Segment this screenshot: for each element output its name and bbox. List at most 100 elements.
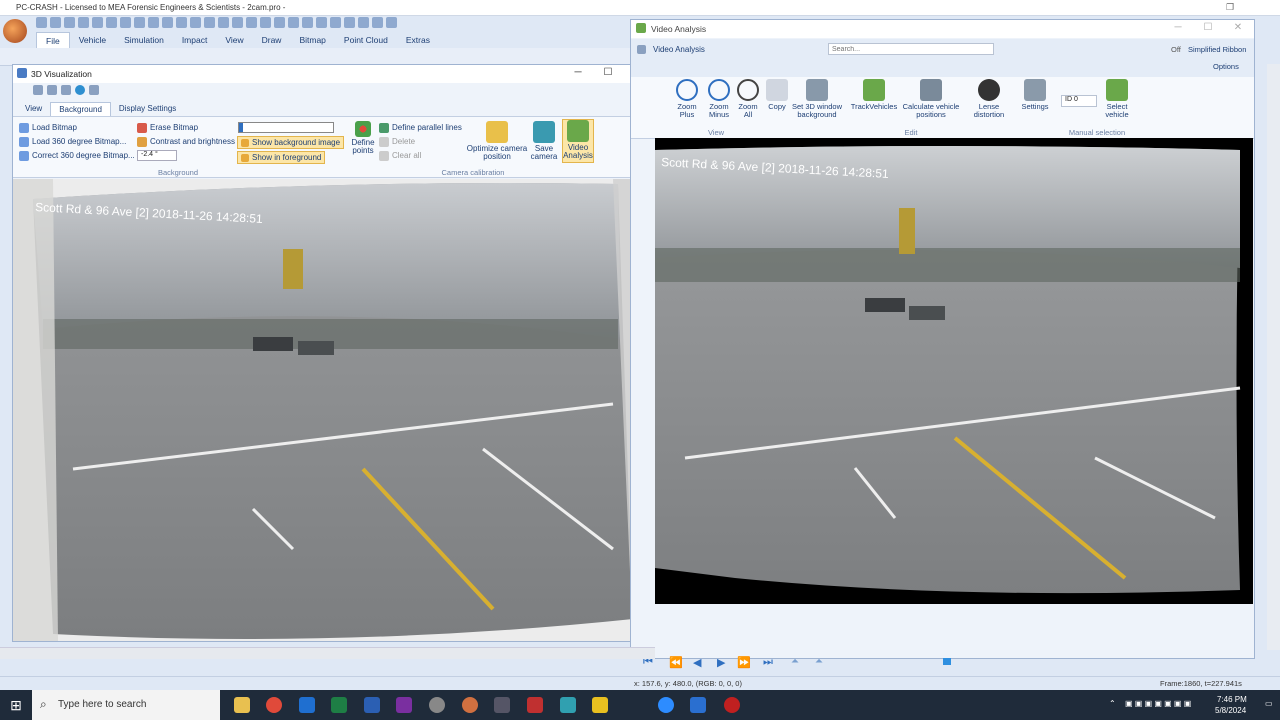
optimize-camera-button[interactable]: Optimize camera position bbox=[465, 121, 529, 161]
app-icon-15[interactable] bbox=[724, 697, 740, 713]
video-analysis-button[interactable]: Video Analysis bbox=[562, 119, 594, 163]
tray-icons[interactable]: ▣ ▣ ▣ ▣ ▣ ▣ ▣ bbox=[1125, 699, 1191, 708]
app-icon-9[interactable] bbox=[494, 697, 510, 713]
vertical-scrollbar[interactable] bbox=[1267, 64, 1280, 650]
pc-crash-taskbar-icon[interactable] bbox=[462, 697, 478, 713]
save-view-icon[interactable] bbox=[33, 85, 43, 95]
menu-draw[interactable]: Draw bbox=[253, 32, 291, 48]
show-in-foreground-toggle[interactable]: Show in foreground bbox=[237, 151, 326, 164]
clock-date[interactable]: 5/8/2024 bbox=[1215, 706, 1246, 715]
load-bitmap-button[interactable]: Load Bitmap bbox=[19, 123, 77, 133]
horizontal-scrollbar[interactable] bbox=[0, 647, 655, 659]
menu-extras[interactable]: Extras bbox=[397, 32, 439, 48]
simplified-ribbon-toggle[interactable]: Simplified Ribbon bbox=[1188, 45, 1246, 54]
tool8-icon[interactable] bbox=[330, 17, 341, 28]
save-icon[interactable] bbox=[64, 17, 75, 28]
menu-simulation[interactable]: Simulation bbox=[115, 32, 173, 48]
mark-end-icon[interactable]: ⏶ bbox=[815, 656, 823, 667]
play-icon[interactable]: ▶ bbox=[717, 656, 725, 669]
track-vehicles-button[interactable]: TrackVehicles bbox=[849, 79, 899, 111]
app-logo[interactable] bbox=[3, 19, 27, 43]
minimize-icon[interactable]: ─ bbox=[563, 67, 593, 78]
calculate-positions-button[interactable]: Calculate vehicle positions bbox=[901, 79, 961, 119]
delete-button[interactable]: Delete bbox=[379, 137, 415, 147]
tool2-icon[interactable] bbox=[246, 17, 257, 28]
va-minimize-icon[interactable]: ─ bbox=[1163, 22, 1193, 33]
va-app-icon[interactable] bbox=[637, 45, 646, 54]
tool6-icon[interactable] bbox=[302, 17, 313, 28]
undo-icon[interactable] bbox=[92, 17, 103, 28]
globe-icon[interactable] bbox=[75, 85, 85, 95]
va-close-icon[interactable]: ✕ bbox=[1223, 22, 1253, 33]
tool12-icon[interactable] bbox=[386, 17, 397, 28]
windows-start-icon[interactable]: ⊞ bbox=[0, 690, 32, 720]
tab-background[interactable]: Background bbox=[50, 102, 111, 116]
menu-bitmap[interactable]: Bitmap bbox=[290, 32, 334, 48]
app-icon-12[interactable] bbox=[592, 697, 608, 713]
tool9-icon[interactable] bbox=[344, 17, 355, 28]
tool4-icon[interactable] bbox=[274, 17, 285, 28]
3d-viewport[interactable]: Scott Rd & 96 Ave [2] 2018-11-26 14:28:5… bbox=[13, 179, 654, 641]
word-icon[interactable] bbox=[364, 697, 380, 713]
settings-button[interactable]: Settings bbox=[1019, 79, 1051, 111]
tray-chevron-icon[interactable]: ⌃ bbox=[1109, 699, 1116, 708]
window-icon[interactable] bbox=[190, 17, 201, 28]
pointer-icon[interactable] bbox=[89, 85, 99, 95]
opacity-slider[interactable] bbox=[238, 122, 334, 133]
save-camera-button[interactable]: Save camera bbox=[530, 121, 558, 161]
zoom-plus-button[interactable]: Zoom Plus bbox=[673, 79, 701, 119]
onenote-icon[interactable] bbox=[396, 697, 412, 713]
step-back-icon[interactable]: ◀ bbox=[693, 656, 701, 669]
lense-distortion-button[interactable]: Lense distortion bbox=[967, 79, 1011, 119]
tool5-icon[interactable] bbox=[288, 17, 299, 28]
copy-button[interactable]: Copy bbox=[765, 79, 789, 111]
app-icon-10[interactable] bbox=[527, 697, 543, 713]
outlook-icon[interactable] bbox=[299, 697, 315, 713]
new-icon[interactable] bbox=[36, 17, 47, 28]
timeline-scrubber[interactable] bbox=[943, 658, 951, 665]
print-icon[interactable] bbox=[78, 17, 89, 28]
menu-file[interactable]: File bbox=[36, 32, 70, 48]
tab-display-settings[interactable]: Display Settings bbox=[111, 102, 184, 116]
tool-icon[interactable] bbox=[232, 17, 243, 28]
rewind-icon[interactable]: ⏪ bbox=[669, 656, 683, 669]
paste-icon[interactable] bbox=[148, 17, 159, 28]
print-view-icon[interactable] bbox=[47, 85, 57, 95]
window3-icon[interactable] bbox=[218, 17, 229, 28]
menu-impact[interactable]: Impact bbox=[173, 32, 217, 48]
va-search-input[interactable] bbox=[828, 43, 994, 55]
clock-time[interactable]: 7:46 PM bbox=[1217, 695, 1247, 704]
mark-start-icon[interactable]: ⏶ bbox=[791, 656, 799, 667]
notification-icon[interactable]: ▭ bbox=[1265, 699, 1273, 708]
define-points-button[interactable]: Define points bbox=[349, 121, 377, 155]
last-frame-icon[interactable]: ⏭ bbox=[763, 656, 773, 669]
fast-forward-icon[interactable]: ⏩ bbox=[737, 656, 751, 669]
video-frame-view[interactable]: Scott Rd & 96 Ave [2] 2018-11-26 14:28:5… bbox=[655, 138, 1253, 604]
correct-360-button[interactable]: Correct 360 degree Bitmap... bbox=[19, 151, 135, 161]
show-background-image-toggle[interactable]: Show background image bbox=[237, 136, 345, 149]
tab-view[interactable]: View bbox=[17, 102, 50, 116]
excel-icon[interactable] bbox=[331, 697, 347, 713]
app-icon-7[interactable] bbox=[429, 697, 445, 713]
tool7-icon[interactable] bbox=[316, 17, 327, 28]
contrast-button[interactable]: Contrast and brightness bbox=[137, 137, 235, 147]
file-explorer-icon[interactable] bbox=[234, 697, 250, 713]
define-parallel-lines-button[interactable]: Define parallel lines bbox=[379, 123, 462, 133]
vehicle-icon[interactable] bbox=[176, 17, 187, 28]
menu-view[interactable]: View bbox=[216, 32, 252, 48]
cut-icon[interactable] bbox=[120, 17, 131, 28]
slider-thumb[interactable] bbox=[239, 123, 243, 132]
simplified-ribbon-off-label[interactable]: Off bbox=[1171, 45, 1181, 54]
tool3-icon[interactable] bbox=[260, 17, 271, 28]
zoom-all-button[interactable]: Zoom All bbox=[735, 79, 761, 119]
options-button[interactable]: Options bbox=[1213, 62, 1239, 71]
va-maximize-icon[interactable]: ☐ bbox=[1193, 22, 1223, 33]
maximize-icon[interactable]: ☐ bbox=[593, 67, 623, 78]
tool10-icon[interactable] bbox=[358, 17, 369, 28]
tool11-icon[interactable] bbox=[372, 17, 383, 28]
app-restore-icon[interactable]: ❐ bbox=[1226, 2, 1234, 13]
set-3d-background-button[interactable]: Set 3D window background bbox=[791, 79, 843, 119]
erase-bitmap-button[interactable]: Erase Bitmap bbox=[137, 123, 198, 133]
load-360-button[interactable]: Load 360 degree Bitmap... bbox=[19, 137, 126, 147]
zoom-minus-button[interactable]: Zoom Minus bbox=[705, 79, 733, 119]
